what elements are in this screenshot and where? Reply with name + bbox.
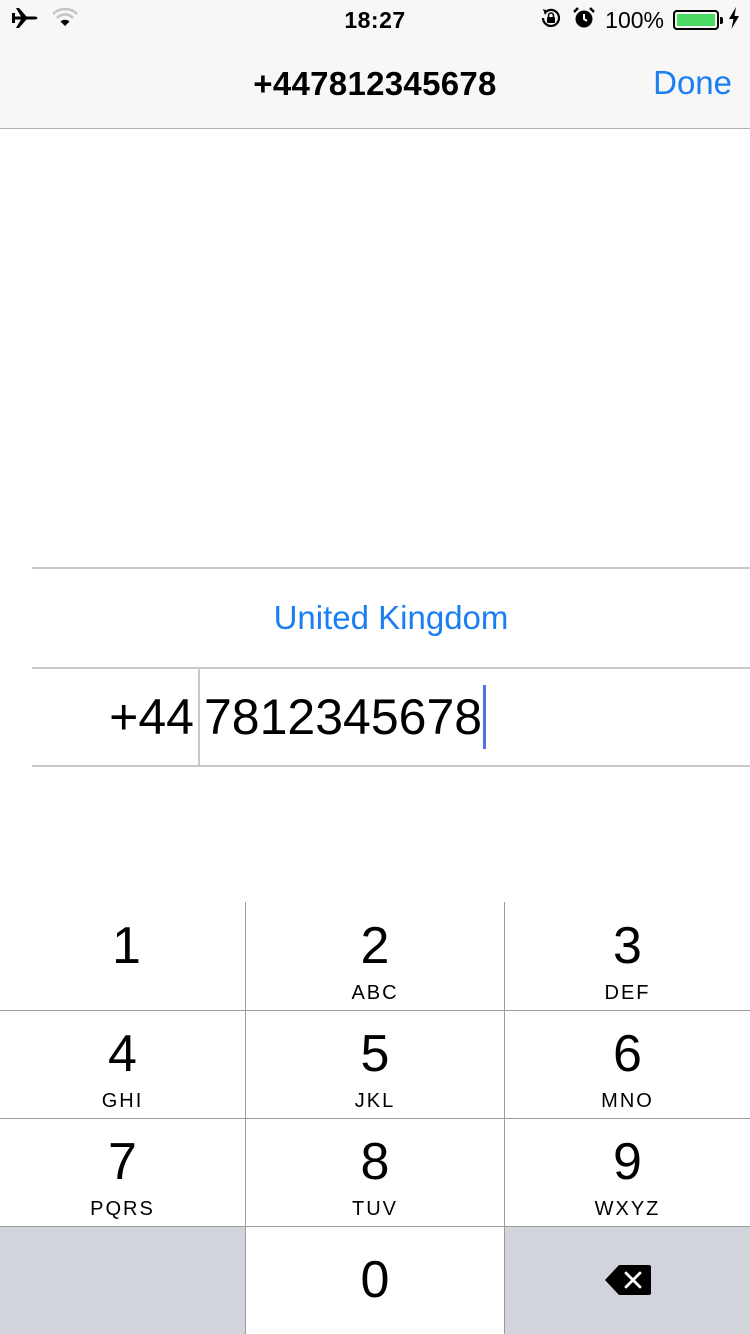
phone-row: +44 7812345678 (32, 669, 750, 765)
page-title: +447812345678 (253, 65, 497, 102)
key-letters: DEF (604, 982, 651, 1004)
key-digit: 3 (613, 917, 642, 975)
key-digit: 0 (360, 1251, 390, 1309)
key-digit: 2 (360, 917, 390, 975)
key-letters: ABC (351, 982, 399, 1004)
key-9[interactable]: 9 WXYZ (505, 1119, 750, 1226)
alarm-icon (572, 6, 596, 35)
key-0[interactable]: 0 (246, 1227, 504, 1334)
key-7[interactable]: 7 PQRS (0, 1119, 245, 1226)
key-letters: MNO (601, 1090, 654, 1112)
text-caret (483, 685, 487, 749)
country-label: United Kingdom (273, 599, 509, 636)
done-button[interactable]: Done (653, 64, 732, 102)
delete-button[interactable] (505, 1226, 750, 1334)
rotation-lock-icon (539, 6, 563, 35)
key-digit: 7 (108, 1133, 137, 1191)
battery-icon (673, 10, 723, 30)
dial-code: +44 (109, 689, 194, 745)
numeric-keypad: 1 2 ABC 3 DEF 4 GHI 5 JKL 6 MNO 7 PQRS 8… (0, 902, 750, 1334)
key-digit: 1 (112, 917, 141, 975)
key-letters: GHI (101, 1090, 144, 1112)
nav-bar: +447812345678 Done (0, 40, 750, 129)
phone-number-input[interactable]: 7812345678 (204, 669, 487, 765)
key-digit: 5 (360, 1025, 390, 1083)
status-bar: 18:27 100% (0, 0, 750, 40)
key-letters: JKL (354, 1090, 396, 1112)
key-digit: 8 (360, 1133, 390, 1191)
key-letters: TUV (352, 1198, 398, 1220)
key-3[interactable]: 3 DEF (505, 902, 750, 1010)
key-6[interactable]: 6 MNO (505, 1011, 750, 1118)
key-letters: PQRS (90, 1198, 155, 1220)
country-selector[interactable]: United Kingdom (32, 569, 750, 667)
key-2[interactable]: 2 ABC (246, 902, 504, 1010)
status-right: 100% (539, 6, 740, 34)
phone-number-value: 7812345678 (204, 689, 483, 745)
battery-percent: 100% (605, 6, 664, 33)
keypad-blank-key (0, 1226, 245, 1334)
key-digit: 4 (108, 1025, 137, 1083)
key-4[interactable]: 4 GHI (0, 1011, 245, 1118)
key-letters: WXYZ (594, 1198, 661, 1220)
key-digit: 9 (613, 1133, 642, 1191)
key-5[interactable]: 5 JKL (246, 1011, 504, 1118)
key-digit: 6 (613, 1025, 642, 1083)
delete-icon (605, 1265, 651, 1300)
code-separator (198, 669, 200, 765)
charging-icon (728, 6, 740, 34)
key-1[interactable]: 1 (0, 902, 245, 1010)
divider (32, 765, 750, 767)
key-8[interactable]: 8 TUV (246, 1119, 504, 1226)
